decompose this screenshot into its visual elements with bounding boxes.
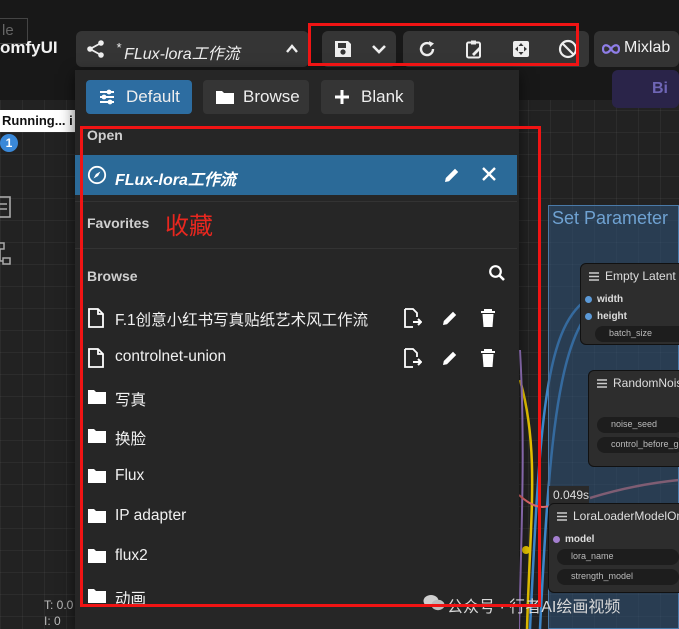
annotation-box-toolbar xyxy=(308,23,579,66)
input-dot[interactable] xyxy=(553,536,560,543)
workflow-name: FLux-lora工作流 xyxy=(124,46,240,63)
running-status: Running... i xyxy=(0,110,80,132)
workflow-selector[interactable]: * FLux-lora工作流 xyxy=(76,31,309,67)
bi-button[interactable]: Bi xyxy=(612,70,679,108)
empty-latent-node[interactable]: Empty Latent I width height batch_size xyxy=(580,263,679,345)
modified-marker: * xyxy=(116,40,122,55)
sliders-icon xyxy=(100,89,114,105)
strength-widget[interactable]: strength_model xyxy=(557,569,679,585)
node-title: RandomNois xyxy=(613,376,679,390)
menu-icon xyxy=(557,512,567,521)
tab-default-label: Default xyxy=(126,87,180,106)
mixlab-label: Mixlab xyxy=(624,39,671,56)
i-stat: I: 0 xyxy=(44,614,61,628)
slot-width: width xyxy=(597,294,624,305)
output-dot[interactable] xyxy=(585,313,592,320)
output-dot[interactable] xyxy=(585,296,592,303)
tab-blank[interactable]: Blank xyxy=(321,80,414,114)
slot-model: model xyxy=(565,534,595,545)
document-icon[interactable] xyxy=(0,196,12,218)
group-title: Set Parameter xyxy=(552,208,669,228)
menu-icon xyxy=(597,379,607,388)
share-icon xyxy=(87,40,104,58)
execution-timer: 0.049s xyxy=(549,486,589,504)
bi-label: Bi xyxy=(652,80,668,97)
t-stat: T: 0.0 xyxy=(44,598,74,612)
widget-label: lora_name xyxy=(571,551,614,561)
tab-blank-label: Blank xyxy=(361,87,404,106)
menu-icon xyxy=(589,272,599,281)
tab-browse-label: Browse xyxy=(243,87,300,106)
widget-label: control_before_ge xyxy=(611,439,679,449)
widget-label: noise_seed xyxy=(611,419,658,429)
infinity-icon xyxy=(602,44,620,54)
tab-default[interactable]: Default xyxy=(86,80,192,114)
control-widget[interactable]: control_before_ge xyxy=(597,437,679,453)
node-title: LoraLoaderModelOnl xyxy=(573,509,679,523)
queue-count-badge: 1 xyxy=(0,134,18,152)
folder-icon xyxy=(216,91,234,104)
app-title: omfyUI xyxy=(0,38,58,57)
tab-browse[interactable]: Browse xyxy=(203,80,309,114)
lora-loader-node[interactable]: LoraLoaderModelOnl model lora_name stren… xyxy=(548,503,679,593)
render-stats: T: 0.0 I: 0 xyxy=(44,597,73,629)
batch-size-widget[interactable]: batch_size xyxy=(595,326,679,342)
lora-name-widget[interactable]: lora_name xyxy=(557,549,679,565)
noise-seed-widget[interactable]: noise_seed xyxy=(597,417,679,433)
widget-label: batch_size xyxy=(609,328,653,338)
mixlab-button[interactable]: Mixlab xyxy=(594,31,679,67)
workflow-title: * FLux-lora工作流 xyxy=(116,40,240,64)
chevron-up-icon[interactable] xyxy=(284,41,300,57)
plus-icon xyxy=(335,90,349,104)
node-title: Empty Latent I xyxy=(605,269,679,283)
widget-label: strength_model xyxy=(571,571,634,581)
random-noise-node[interactable]: RandomNois noise_seed control_before_ge xyxy=(588,370,679,467)
slot-height: height xyxy=(597,311,627,322)
hierarchy-icon[interactable] xyxy=(0,242,12,266)
annotation-box-panel xyxy=(80,126,541,607)
